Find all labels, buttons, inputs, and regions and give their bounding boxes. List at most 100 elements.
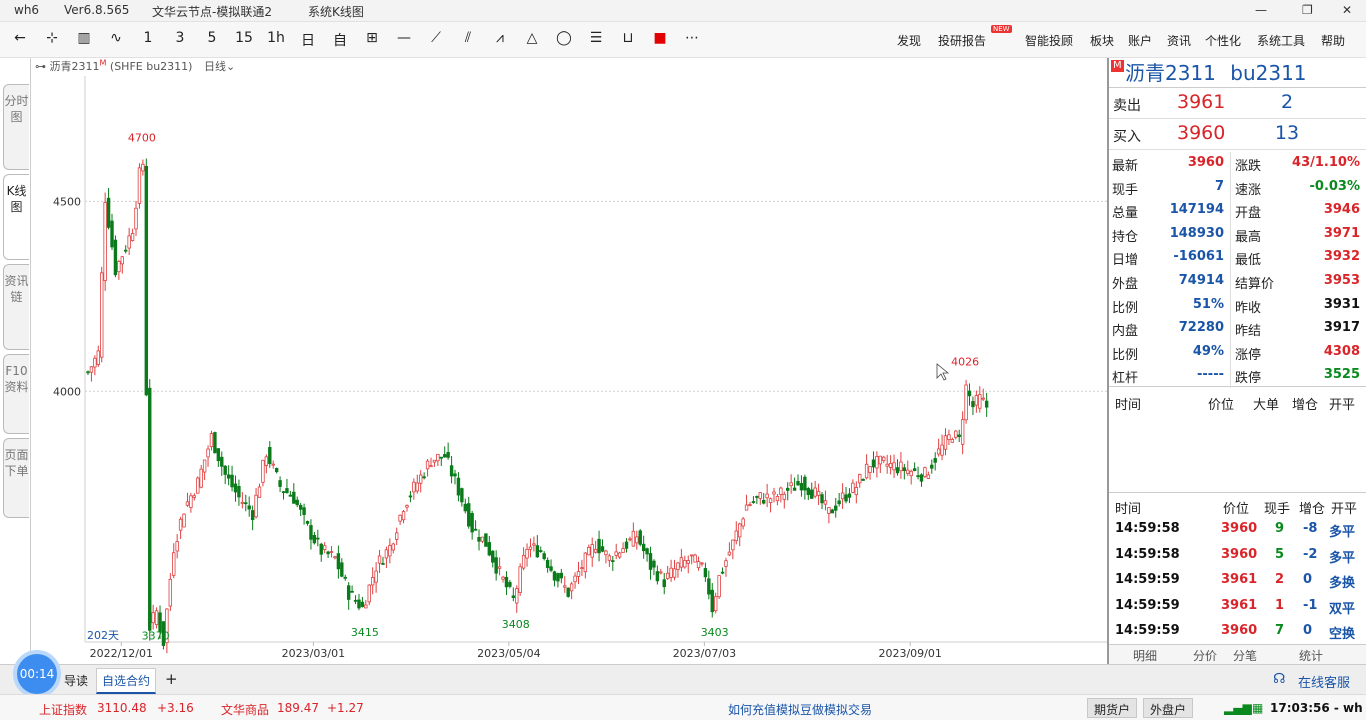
col-open-close: 开平: [1329, 398, 1356, 413]
period-5-button[interactable]: 5: [200, 30, 224, 46]
tab-stats[interactable]: 统计: [1299, 647, 1323, 664]
tick-row[interactable]: 14:59:59 3960 7 0 空换: [1109, 618, 1366, 644]
kline-chart-area[interactable]: ⊶ 沥青2311M (SHFE bu2311) 日线⌄ 4500 4000 2022…: [30, 58, 1107, 664]
quote-title: M 沥青2311 bu2311: [1109, 58, 1366, 88]
timer-bubble[interactable]: 00:14: [13, 650, 61, 698]
price-annotation: 3415: [351, 626, 379, 639]
candle-body: [309, 525, 313, 540]
line-tool-icon[interactable]: ⟋: [424, 30, 448, 46]
indicator-icon[interactable]: ∿: [104, 30, 128, 46]
period-15-button[interactable]: 15: [232, 30, 256, 46]
field-value: 3931: [1323, 296, 1360, 312]
minimize-icon[interactable]: —: [1255, 3, 1267, 17]
close-icon[interactable]: ✕: [1342, 3, 1352, 17]
tab-newschain[interactable]: 资讯链: [3, 264, 29, 350]
price-annotation: 3403: [701, 626, 729, 639]
back-arrow-icon[interactable]: ←: [8, 30, 32, 46]
candle-body: [278, 480, 282, 487]
wave-tool-icon[interactable]: ⩘: [488, 30, 512, 46]
maximize-icon[interactable]: ❐: [1302, 3, 1313, 17]
quote-field: 开盘 3946: [1232, 199, 1366, 223]
menu-system-tools[interactable]: 系统工具: [1257, 32, 1305, 49]
tick-type: 多平: [1329, 550, 1356, 566]
fib-tool-icon[interactable]: ☰: [584, 30, 608, 46]
tick-row[interactable]: 14:59:59 3961 1 -1 双平: [1109, 593, 1366, 619]
period-1-button[interactable]: 1: [136, 30, 160, 46]
crosshair-icon[interactable]: ⊹: [40, 30, 64, 46]
channel-tool-icon[interactable]: ⫽: [456, 30, 480, 46]
tab-order[interactable]: 页面下单: [3, 438, 29, 518]
candle-body: [130, 233, 135, 241]
candle-body: [415, 482, 419, 492]
tab-guide[interactable]: 导读: [64, 672, 88, 689]
outer-account-button[interactable]: 外盘户: [1143, 698, 1194, 718]
tab-detail[interactable]: 明细: [1133, 647, 1157, 664]
candle-body: [679, 557, 684, 568]
tab-ticks[interactable]: 分笔: [1233, 647, 1257, 664]
online-service-link[interactable]: 在线客服: [1298, 672, 1350, 691]
tab-timeshare[interactable]: 分时图: [3, 84, 29, 170]
candle-body: [209, 433, 214, 448]
tab-price-dist[interactable]: 分价: [1193, 647, 1217, 664]
ask-volume: 2: [1280, 91, 1294, 113]
candle-body: [974, 395, 979, 406]
menu-account[interactable]: 账户: [1128, 32, 1152, 49]
menu-news[interactable]: 资讯: [1167, 32, 1191, 49]
candle-body: [844, 494, 848, 502]
menu-help[interactable]: 帮助: [1321, 32, 1345, 49]
period-day-button[interactable]: 日: [296, 30, 320, 50]
period-1h-button[interactable]: 1h: [264, 30, 288, 46]
menu-research[interactable]: 投研报告: [938, 32, 986, 49]
candle-body: [326, 551, 330, 555]
candlestick-chart[interactable]: 4500 4000 2022/12/01 2023/03/01 2023/05/04 20…: [31, 58, 1107, 664]
tab-kline[interactable]: K线图: [3, 174, 29, 260]
tick-list[interactable]: 14:59:58 3960 9 -8 多平 14:59:58 3960 5 -2 多平 14:59:…: [1109, 516, 1366, 644]
menu-sector[interactable]: 板块: [1090, 32, 1114, 49]
ask-row[interactable]: 卖出 3961 2: [1109, 88, 1366, 119]
candle-body: [353, 599, 358, 602]
candle-body: [391, 543, 395, 551]
more-icon[interactable]: ⋯: [680, 30, 704, 46]
tick-row[interactable]: 14:59:58 3960 5 -2 多平: [1109, 542, 1366, 568]
candle-body: [178, 518, 183, 531]
candle-body: [250, 510, 255, 521]
period-3-button[interactable]: 3: [168, 30, 192, 46]
add-tab-button[interactable]: +: [165, 670, 178, 688]
candle-body: [871, 459, 876, 468]
candle-body: [665, 572, 670, 579]
tick-row[interactable]: 14:59:59 3961 2 0 多换: [1109, 567, 1366, 593]
candle-body: [518, 566, 522, 593]
menu-personalize[interactable]: 个性化: [1205, 32, 1241, 49]
notice-link[interactable]: 如何充值模拟豆做模拟交易: [728, 701, 872, 718]
hline-tool-icon[interactable]: —: [392, 30, 416, 46]
quote-field: 最新 3960: [1109, 152, 1231, 176]
triangle-tool-icon[interactable]: △: [520, 30, 544, 46]
futures-account-button[interactable]: 期货户: [1087, 698, 1138, 718]
candle-body: [333, 556, 337, 559]
menu-advisor[interactable]: 智能投顾: [1025, 32, 1073, 49]
menu-discover[interactable]: 发现: [897, 32, 921, 49]
candle-type-icon[interactable]: ▥: [72, 30, 96, 46]
field-value: 3971: [1323, 225, 1360, 241]
tick-time: 14:59:58: [1115, 521, 1180, 536]
field-value: 49%: [1192, 343, 1224, 359]
color-picker-icon[interactable]: ■: [648, 30, 672, 46]
ruler-tool-icon[interactable]: ⊔: [616, 30, 640, 46]
candle-body: [401, 511, 406, 521]
candle-body: [360, 601, 365, 607]
candle-body: [182, 513, 186, 528]
quote-field: 比例 49%: [1109, 340, 1231, 365]
field-label: 最低: [1235, 253, 1262, 269]
ellipse-tool-icon[interactable]: ◯: [552, 30, 576, 46]
candle-body: [813, 487, 817, 497]
tab-f10[interactable]: F10资料: [3, 354, 29, 434]
field-label: 昨收: [1235, 300, 1262, 316]
candle-body: [566, 587, 570, 597]
candle-body: [113, 239, 118, 276]
period-custom-button[interactable]: 自: [328, 30, 352, 50]
bid-row[interactable]: 买入 3960 13: [1109, 119, 1366, 150]
tab-watchlist[interactable]: 自选合约: [96, 668, 157, 694]
tick-row[interactable]: 14:59:58 3960 9 -8 多平: [1109, 516, 1366, 542]
layout-icon[interactable]: ⊞: [360, 30, 384, 46]
quote-code: bu2311: [1230, 61, 1307, 85]
